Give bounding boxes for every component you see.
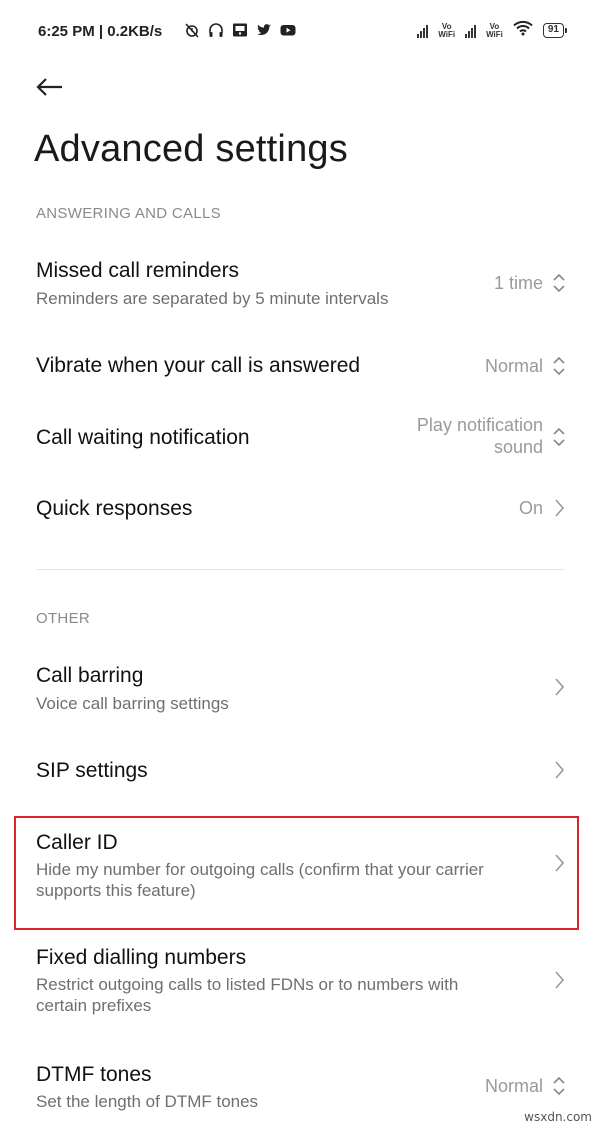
setting-missed-call-reminders[interactable]: Missed call reminders Reminders are sepa… bbox=[0, 245, 600, 321]
setting-vibrate-answered[interactable]: Vibrate when your call is answered Norma… bbox=[0, 336, 600, 396]
watermark: wsxdn.com bbox=[524, 1110, 592, 1124]
setting-sip-settings[interactable]: SIP settings bbox=[0, 740, 600, 800]
setting-title: Fixed dialling numbers bbox=[36, 946, 247, 969]
setting-quick-responses[interactable]: Quick responses On bbox=[0, 478, 600, 538]
chevron-right-icon bbox=[555, 678, 565, 696]
setting-value-line: Play notification bbox=[416, 415, 543, 435]
section-header-answering: ANSWERING AND CALLS bbox=[36, 205, 221, 222]
updown-icon bbox=[553, 273, 565, 293]
updown-icon bbox=[553, 427, 565, 447]
setting-call-barring[interactable]: Call barring Voice call barring settings bbox=[0, 650, 600, 726]
setting-value: Play notification sound bbox=[417, 414, 543, 458]
youtube-icon bbox=[280, 22, 296, 38]
status-notification-icons bbox=[184, 22, 296, 38]
section-header-other: OTHER bbox=[36, 610, 90, 627]
vowifi-icon-2: Vo WiFi bbox=[486, 21, 503, 39]
battery-icon: 91 bbox=[542, 23, 568, 38]
setting-subtitle: Reminders are separated by 5 minute inte… bbox=[36, 289, 389, 308]
section-divider bbox=[36, 569, 565, 570]
status-bar: 6:25 PM | 0.2KB/s Vo WiFi Vo WiFi 91 bbox=[0, 0, 600, 64]
setting-title: Call waiting notification bbox=[36, 426, 250, 449]
setting-value-line: sound bbox=[493, 437, 543, 457]
chevron-right-icon bbox=[555, 971, 565, 989]
setting-subtitle: Voice call barring settings bbox=[36, 694, 229, 713]
setting-title: Missed call reminders bbox=[36, 259, 240, 282]
updown-icon bbox=[553, 356, 565, 376]
setting-fixed-dialling-numbers[interactable]: Fixed dialling numbers Restrict outgoing… bbox=[0, 936, 600, 1036]
setting-title: Call barring bbox=[36, 664, 144, 687]
setting-subtitle: Set the length of DTMF tones bbox=[36, 1092, 259, 1111]
setting-value: Normal bbox=[484, 1076, 543, 1096]
chevron-right-icon bbox=[555, 499, 565, 517]
back-button[interactable] bbox=[34, 72, 68, 102]
setting-dtmf-tones[interactable]: DTMF tones Set the length of DTMF tones … bbox=[0, 1050, 600, 1126]
vowifi-icon: Vo WiFi bbox=[438, 21, 456, 39]
status-system-icons: Vo WiFi Vo WiFi 91 bbox=[417, 20, 568, 41]
setting-subtitle-line: certain prefixes bbox=[36, 996, 152, 1015]
screen-icon bbox=[232, 22, 248, 38]
alarm-off-icon bbox=[184, 22, 200, 38]
setting-title: Vibrate when your call is answered bbox=[36, 354, 361, 377]
setting-title: DTMF tones bbox=[36, 1063, 152, 1086]
setting-value: Normal bbox=[484, 356, 543, 376]
arrow-left-icon bbox=[36, 78, 62, 96]
signal-icon bbox=[417, 24, 429, 38]
signal-icon-2 bbox=[465, 24, 477, 38]
wifi-icon bbox=[513, 20, 533, 41]
status-time: 6:25 PM | 0.2KB/s bbox=[38, 23, 163, 40]
setting-value: On bbox=[518, 498, 543, 518]
page-title: Advanced settings bbox=[34, 128, 348, 170]
headset-icon bbox=[208, 22, 224, 38]
setting-value: 1 time bbox=[493, 273, 543, 293]
setting-title: SIP settings bbox=[36, 759, 148, 782]
chevron-right-icon bbox=[555, 761, 565, 779]
updown-icon bbox=[553, 1076, 565, 1096]
setting-subtitle-line: Restrict outgoing calls to listed FDNs o… bbox=[36, 975, 459, 994]
setting-call-waiting-notification[interactable]: Call waiting notification Play notificat… bbox=[0, 405, 600, 473]
setting-subtitle: Restrict outgoing calls to listed FDNs o… bbox=[36, 974, 516, 1016]
highlight-annotation-box bbox=[14, 816, 579, 930]
setting-title: Quick responses bbox=[36, 497, 193, 520]
twitter-icon bbox=[256, 22, 272, 38]
